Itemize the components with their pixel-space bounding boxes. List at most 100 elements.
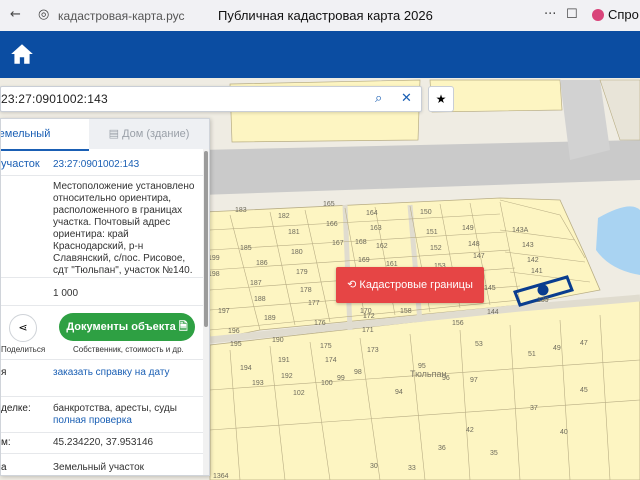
parcel-label: 102 [293, 390, 305, 397]
parcel-label: 143 [522, 242, 534, 249]
scrollbar-thumb[interactable] [204, 151, 208, 327]
share-label[interactable]: Поделиться [1, 345, 45, 354]
divider [1, 396, 206, 397]
tab-building[interactable]: ▤ Дом (здание) [89, 119, 209, 149]
parcel-label: 145 [484, 285, 496, 292]
profile-label: Спро [608, 7, 639, 22]
info-row-location: Местоположение установлено относительно … [1, 181, 201, 277]
parcel-label: 35 [490, 450, 498, 457]
browser-toolbar: ← ◎ кадастровая-карта.рус Публичная када… [0, 0, 640, 32]
parcel-label: 187 [250, 280, 262, 287]
parcel-label: 167 [332, 240, 344, 247]
parcel-label: 196 [228, 328, 240, 335]
parcel-label: 148 [468, 241, 480, 248]
browser-tab-title: Публичная кадастровая карта 2026 [218, 8, 433, 23]
parcel-label: 139 [537, 297, 549, 304]
full-check-link[interactable]: полная проверка [53, 415, 132, 426]
parcel-label: 163 [370, 225, 382, 232]
parcel-label: 171 [362, 327, 374, 334]
info-row-certificate: я заказать справку на дату [1, 367, 201, 395]
check-text: банкротства, аресты, суды полная проверк… [53, 403, 201, 427]
parcel-label: 194 [240, 365, 252, 372]
parcel-label: 185 [240, 245, 252, 252]
panel-scrollbar[interactable] [203, 149, 209, 475]
location-text: Местоположение установлено относительно … [53, 181, 195, 276]
row-label: м: [1, 437, 11, 448]
parcel-label: 94 [395, 389, 403, 396]
parcel-label: 42 [466, 427, 474, 434]
object-info-panel: Земельный участок ▤ Дом (здание) 23:27:0… [0, 118, 210, 476]
parcel-label: 100 [321, 380, 333, 387]
search-input[interactable]: 23:27:0901002:143 [1, 92, 108, 106]
app-header [0, 31, 640, 78]
parcel-label: 189 [264, 315, 276, 322]
parcel-label: 180 [291, 249, 303, 256]
parcel-label: 191 [278, 357, 290, 364]
parcel-label: 45 [580, 387, 588, 394]
area-value: 1 000 [53, 288, 79, 299]
back-arrow-icon[interactable]: ← [10, 7, 21, 22]
home-icon[interactable] [9, 41, 35, 67]
parcel-label: 147 [473, 253, 485, 260]
parcel-label: 30 [370, 463, 378, 470]
share-icon[interactable]: ⋖ [9, 314, 37, 342]
parcel-label: 176 [314, 320, 326, 327]
object-documents-button[interactable]: Документы объекта 🗎 [59, 313, 195, 341]
parcel-label: 143А [512, 227, 529, 234]
bookmark-icon[interactable]: ☐ [566, 7, 578, 22]
profile-button[interactable]: Спро [592, 7, 639, 22]
search-icon[interactable]: ⌕ [375, 91, 382, 106]
divider [1, 305, 206, 306]
parcel-label: 181 [288, 229, 300, 236]
parcel-label: 177 [308, 300, 320, 307]
parcel-label: 36 [438, 445, 446, 452]
parcel-label: 37 [530, 405, 538, 412]
row-label: я [1, 367, 7, 378]
building-icon: ▤ [108, 127, 120, 140]
info-row-type: а Земельный участок [1, 462, 201, 475]
cadastral-search[interactable]: 23:27:0901002:143 ⌕ ✕ [0, 86, 422, 112]
parcel-label: 172 [363, 313, 375, 320]
tab-land-parcel[interactable]: Земельный участок [1, 119, 89, 170]
star-icon[interactable]: ★ [428, 86, 454, 112]
divider [1, 277, 206, 278]
menu-dots-icon[interactable]: ··· [544, 7, 556, 22]
parcel-label: 97 [470, 377, 478, 384]
parcel-label: 175 [320, 343, 332, 350]
parcel-label: 193 [252, 380, 264, 387]
refresh-icon: ⟲ [347, 278, 357, 291]
close-icon[interactable]: ✕ [401, 91, 412, 106]
profile-icon [592, 9, 604, 21]
parcel-label: 51 [528, 351, 536, 358]
parcel-label: 165 [323, 201, 335, 208]
address-bar[interactable]: кадастровая-карта.рус [58, 9, 185, 23]
parcel-label: 49 [553, 345, 561, 352]
info-row-area: 1 000 [1, 288, 201, 302]
parcel-label: 99 [337, 375, 345, 382]
parcel-label: 144 [487, 309, 499, 316]
parcel-label: 197 [218, 308, 230, 315]
parcel-label: 164 [366, 210, 378, 217]
parcel-label: 142 [527, 257, 539, 264]
info-row-cadastral-number: 23:27:0901002:143 [1, 159, 201, 173]
parcel-label: 190 [272, 337, 284, 344]
selected-parcel-marker[interactable] [537, 284, 549, 296]
parcel-label: 152 [430, 245, 442, 252]
check-items: банкротства, аресты, суды [53, 403, 177, 414]
parcel-label: 173 [367, 347, 379, 354]
row-label: а [1, 462, 7, 473]
order-certificate-link[interactable]: заказать справку на дату [53, 367, 201, 379]
cadastral-number[interactable]: 23:27:0901002:143 [53, 159, 201, 171]
street-label: Тюльпан [410, 369, 446, 379]
tracking-protection-icon[interactable]: ◎ [38, 7, 49, 22]
tab-building-label: Дом (здание) [122, 128, 190, 140]
docs-subtitle: Собственник, стоимость и др. [73, 345, 184, 354]
divider [1, 453, 206, 454]
parcel-label: 53 [475, 341, 483, 348]
cadastral-borders-button[interactable]: ⟲ Кадастровые границы [336, 267, 484, 303]
parcel-label: 149 [462, 225, 474, 232]
row-label: делке: [1, 403, 31, 414]
parcel-label: 166 [326, 221, 338, 228]
parcel-label: 178 [300, 287, 312, 294]
divider [1, 359, 206, 360]
